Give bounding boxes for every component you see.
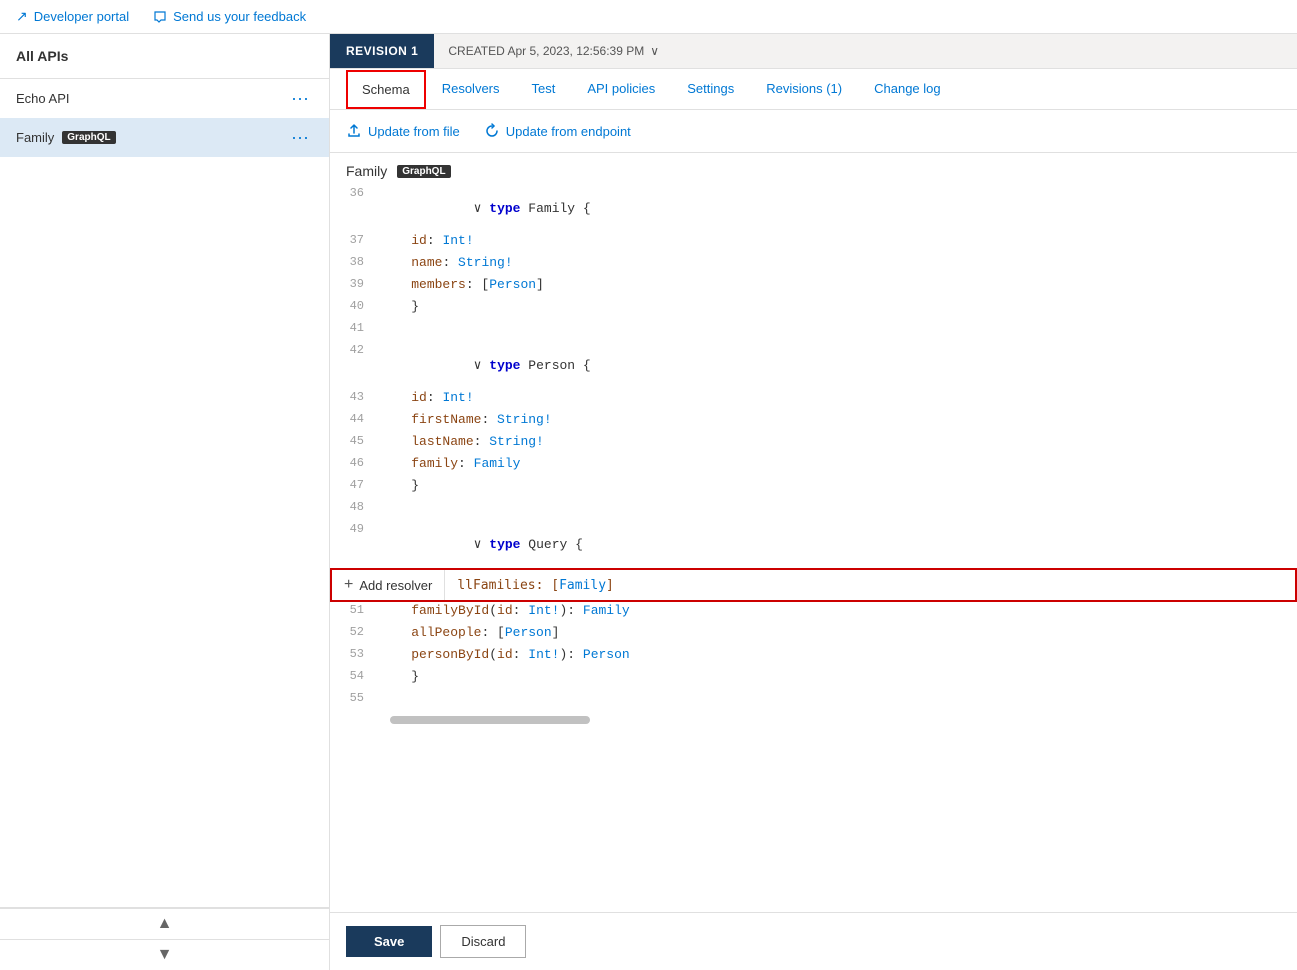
family-api-name: Family <box>16 130 54 145</box>
graphql-badge: GraphQL <box>62 131 115 144</box>
schema-name-label: Family <box>346 163 387 179</box>
revision-tab[interactable]: REVISION 1 <box>330 34 434 68</box>
discard-label: Discard <box>461 934 505 949</box>
code-line-37: 37 id: Int! <box>330 232 1297 254</box>
add-resolver-bar: + Add resolver llFamilies: [Family] <box>330 568 1297 602</box>
echo-api-name: Echo API <box>16 91 69 106</box>
code-line-39: 39 members: [Person] <box>330 276 1297 298</box>
collapse-chevron-36[interactable]: ∨ <box>474 201 490 216</box>
add-resolver-code-snippet: llFamilies: [Family] <box>445 572 1295 599</box>
upload-icon <box>346 122 362 140</box>
code-line-38: 38 name: String! <box>330 254 1297 276</box>
echo-api-ellipsis[interactable]: ··· <box>287 89 313 107</box>
collapse-chevron-42[interactable]: ∨ <box>474 358 490 373</box>
sidebar-item-family[interactable]: Family GraphQL ··· <box>0 118 329 157</box>
tab-resolvers[interactable]: Resolvers <box>426 69 516 110</box>
code-line-41: 41 <box>330 320 1297 342</box>
tab-changelog[interactable]: Change log <box>858 69 957 110</box>
revision-created-label: CREATED Apr 5, 2023, 12:56:39 PM <box>448 44 644 58</box>
tab-test[interactable]: Test <box>516 69 572 110</box>
code-line-43: 43 id: Int! <box>330 389 1297 411</box>
code-line-55: 55 <box>330 690 1297 712</box>
add-resolver-label: Add resolver <box>359 578 432 593</box>
code-line-45: 45 lastName: String! <box>330 433 1297 455</box>
save-label: Save <box>374 934 404 949</box>
revision-tab-label: REVISION 1 <box>346 44 418 58</box>
schema-content: Family GraphQL 36 ∨ type Family { 37 id:… <box>330 153 1297 912</box>
code-line-46: 46 family: Family <box>330 455 1297 477</box>
sidebar-item-echo-api[interactable]: Echo API ··· <box>0 79 329 118</box>
code-line-40: 40 } <box>330 298 1297 320</box>
save-button[interactable]: Save <box>346 926 432 957</box>
tab-api-policies[interactable]: API policies <box>571 69 671 110</box>
tab-revisions[interactable]: Revisions (1) <box>750 69 858 110</box>
code-line-36: 36 ∨ type Family { <box>330 185 1297 232</box>
schema-title-bar: Family GraphQL <box>330 153 1297 185</box>
main-layout: All APIs Echo API ··· Family GraphQL ···… <box>0 34 1297 970</box>
footer-bar: Save Discard <box>330 912 1297 970</box>
tab-resolvers-label: Resolvers <box>442 81 500 96</box>
code-line-53: 53 personById(id: Int!): Person <box>330 646 1297 668</box>
add-resolver-code-suffix: ] <box>606 578 614 593</box>
code-editor[interactable]: 36 ∨ type Family { 37 id: Int! 38 name: … <box>330 185 1297 912</box>
plus-icon: + <box>344 576 353 594</box>
update-from-file-label: Update from file <box>368 124 460 139</box>
revision-header: REVISION 1 CREATED Apr 5, 2023, 12:56:39… <box>330 34 1297 69</box>
update-from-endpoint-label: Update from endpoint <box>506 124 631 139</box>
update-from-file-button[interactable]: Update from file <box>346 122 460 140</box>
revision-info: CREATED Apr 5, 2023, 12:56:39 PM ∨ <box>434 34 673 68</box>
tab-settings-label: Settings <box>687 81 734 96</box>
feedback-link[interactable]: Send us your feedback <box>153 9 306 25</box>
tab-changelog-label: Change log <box>874 81 941 96</box>
horizontal-scrollbar[interactable] <box>330 712 1297 728</box>
all-apis-label: All APIs <box>16 48 68 64</box>
tab-schema-label: Schema <box>362 82 410 97</box>
top-bar: ↗ Developer portal Send us your feedback <box>0 0 1297 34</box>
tabs-bar: Schema Resolvers Test API policies Setti… <box>330 69 1297 110</box>
collapse-chevron-49[interactable]: ∨ <box>474 537 490 552</box>
sidebar: All APIs Echo API ··· Family GraphQL ···… <box>0 34 330 970</box>
tab-api-policies-label: API policies <box>587 81 655 96</box>
toolbar: Update from file Update from endpoint <box>330 110 1297 153</box>
feedback-label: Send us your feedback <box>173 9 306 24</box>
code-line-54: 54 } <box>330 668 1297 690</box>
refresh-icon <box>484 122 500 140</box>
code-line-48: 48 <box>330 499 1297 521</box>
code-line-49: 49 ∨ type Query { <box>330 521 1297 568</box>
code-line-47: 47 } <box>330 477 1297 499</box>
sidebar-scroll-down[interactable]: ▼ <box>0 939 329 970</box>
content-area: REVISION 1 CREATED Apr 5, 2023, 12:56:39… <box>330 34 1297 970</box>
schema-graphql-badge: GraphQL <box>397 165 450 178</box>
family-api-ellipsis[interactable]: ··· <box>287 128 313 146</box>
external-link-icon: ↗ <box>16 8 28 25</box>
developer-portal-link[interactable]: ↗ Developer portal <box>16 8 129 25</box>
update-from-endpoint-button[interactable]: Update from endpoint <box>484 122 631 140</box>
add-resolver-code-prefix: llFamilies: [ <box>457 578 559 593</box>
code-line-44: 44 firstName: String! <box>330 411 1297 433</box>
sidebar-header: All APIs <box>0 34 329 79</box>
add-resolver-code-type: Family <box>559 578 606 593</box>
tab-test-label: Test <box>532 81 556 96</box>
revision-dropdown-icon[interactable]: ∨ <box>650 44 659 58</box>
tab-settings[interactable]: Settings <box>671 69 750 110</box>
code-line-51: 51 familyById(id: Int!): Family <box>330 602 1297 624</box>
add-resolver-button[interactable]: + Add resolver <box>332 570 445 600</box>
feedback-icon <box>153 9 167 25</box>
tab-revisions-label: Revisions (1) <box>766 81 842 96</box>
developer-portal-label: Developer portal <box>34 9 129 24</box>
code-line-52: 52 allPeople: [Person] <box>330 624 1297 646</box>
sidebar-scroll[interactable]: Echo API ··· Family GraphQL ··· <box>0 79 329 907</box>
tab-schema[interactable]: Schema <box>346 70 426 109</box>
discard-button[interactable]: Discard <box>440 925 526 958</box>
sidebar-scroll-up[interactable]: ▲ <box>0 908 329 939</box>
code-line-42: 42 ∨ type Person { <box>330 342 1297 389</box>
